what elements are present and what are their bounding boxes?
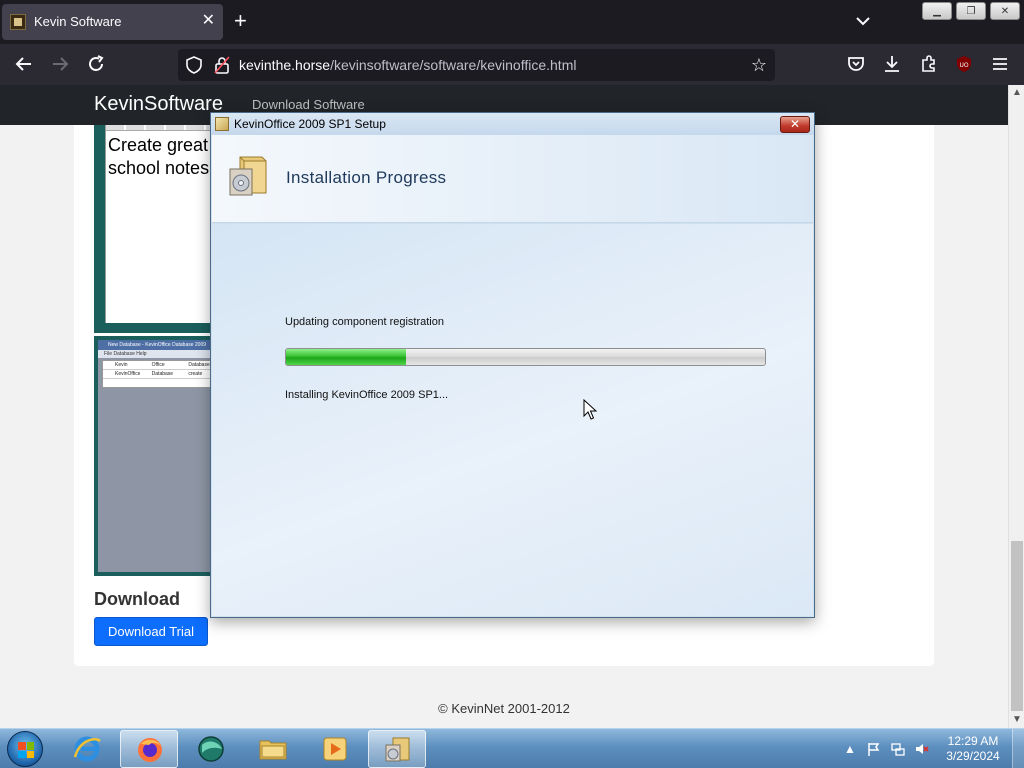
table-header-cell: Office (151, 362, 165, 368)
lock-icon[interactable] (214, 56, 230, 74)
dialog-titlebar[interactable]: KevinOffice 2009 SP1 Setup ✕ (211, 113, 814, 135)
dialog-header-title: Installation Progress (286, 168, 447, 187)
detail-text: Installing KevinOffice 2009 SP1... (285, 389, 449, 401)
notes-screenshot-tabs (106, 125, 216, 131)
folder-icon (259, 740, 287, 760)
dialog-close-button[interactable]: ✕ (780, 116, 810, 133)
mouse-cursor-icon (583, 399, 597, 420)
chevron-down-icon[interactable] (854, 12, 872, 30)
tab-title: Kevin Software (34, 14, 122, 29)
ublock-origin-icon[interactable]: UO (954, 54, 974, 74)
start-button[interactable] (7, 731, 43, 767)
forward-arrow-icon[interactable] (50, 54, 70, 74)
scrollbar-thumb[interactable] (1011, 541, 1023, 711)
table-header-cell: Database (188, 362, 210, 368)
browser-nav-bar: kevinthe.horse/kevinsoftware/software/ke… (0, 44, 1024, 85)
download-icon[interactable] (882, 54, 902, 74)
site-favicon-icon (10, 14, 26, 30)
show-desktop-button[interactable] (1012, 729, 1024, 768)
nav-download-software-link[interactable]: Download Software (252, 97, 365, 112)
taskbar: ▲ 12:29 AM 3/29/2024 (0, 728, 1024, 768)
back-arrow-icon[interactable] (14, 54, 34, 74)
dialog-title: KevinOffice 2009 SP1 Setup (234, 117, 386, 131)
installer-box-icon (385, 737, 410, 762)
restore-button[interactable]: ❐ (956, 2, 986, 20)
media-globe-icon (198, 736, 224, 762)
new-tab-button[interactable]: + (234, 9, 247, 33)
progress-fill (286, 349, 406, 365)
setup-dialog: KevinOffice 2009 SP1 Setup ✕ Installatio… (210, 112, 815, 618)
table-header-row: Kevin Office Database (103, 361, 213, 370)
database-screenshot-table: Kevin Office Database KevinOffice Databa… (102, 360, 214, 388)
taskbar-internet-explorer[interactable] (58, 730, 116, 768)
url-host: kevinthe.horse (239, 57, 331, 73)
url-text[interactable]: kevinthe.horse/kevinsoftware/software/ke… (239, 57, 576, 73)
table-cell: create (188, 371, 203, 377)
reload-icon[interactable] (86, 54, 106, 74)
database-screenshot-window: New Database - KevinOffice Database 2009… (98, 340, 214, 572)
scroll-down-arrow-icon[interactable]: ▼ (1009, 712, 1024, 728)
notes-screenshot: Create great school notes (94, 125, 216, 333)
install-progress-bar (285, 348, 766, 366)
volume-muted-icon[interactable] (914, 741, 930, 757)
tray-expand-icon[interactable]: ▲ (842, 741, 858, 757)
taskbar-media-app[interactable] (182, 730, 240, 768)
table-cell: KevinOffice (115, 371, 140, 377)
tab-close-icon[interactable]: ✕ (202, 12, 215, 30)
tracking-shield-icon[interactable] (186, 56, 202, 74)
taskbar-setup[interactable] (368, 730, 426, 768)
close-window-button[interactable]: ✕ (990, 2, 1020, 20)
installer-box-icon (229, 156, 267, 196)
pocket-icon[interactable] (846, 54, 866, 74)
download-trial-button[interactable]: Download Trial (94, 617, 208, 646)
page-footer: © KevinNet 2001-2012 (438, 701, 570, 716)
url-path: /kevinsoftware/software/kevinoffice.html (330, 57, 577, 73)
clock[interactable]: 12:29 AM 3/29/2024 (940, 734, 1006, 764)
media-player-icon (323, 737, 347, 761)
svg-text:UO: UO (959, 62, 968, 69)
windows-logo-icon (18, 742, 34, 758)
taskbar-media-player[interactable] (306, 730, 364, 768)
status-text: Updating component registration (285, 316, 444, 328)
extensions-icon[interactable] (919, 54, 939, 74)
action-center-flag-icon[interactable] (866, 741, 882, 757)
notes-screenshot-page: Create great school notes (105, 125, 216, 323)
page-scrollbar[interactable]: ▲ ▼ (1008, 85, 1024, 728)
taskbar-firefox[interactable] (120, 730, 178, 768)
hamburger-menu-icon[interactable] (990, 54, 1010, 74)
setup-app-icon (215, 117, 229, 131)
internet-explorer-icon (73, 736, 101, 762)
notes-screenshot-text: Create great school notes (108, 135, 210, 178)
bookmark-star-icon[interactable]: ☆ (751, 55, 767, 76)
firefox-icon (138, 738, 162, 762)
taskbar-explorer[interactable] (244, 730, 302, 768)
database-screenshot: New Database - KevinOffice Database 2009… (94, 336, 214, 576)
browser-tab[interactable]: Kevin Software ✕ (2, 4, 223, 40)
system-tray: ▲ 12:29 AM 3/29/2024 (840, 729, 1024, 768)
table-row: KevinOffice Database create (103, 370, 213, 379)
site-brand-link[interactable]: KevinSoftware (94, 93, 223, 116)
window-controls: ▁ ❐ ✕ (922, 2, 1020, 20)
browser-tab-bar: Kevin Software ✕ + ▁ ❐ ✕ (0, 0, 1024, 44)
minimize-button[interactable]: ▁ (922, 2, 952, 20)
screen: Kevin Software ✕ + ▁ ❐ ✕ kevinthe.horse/… (0, 0, 1024, 768)
database-screenshot-title: New Database - KevinOffice Database 2009 (98, 340, 214, 350)
table-header-cell: Kevin (115, 362, 128, 368)
dialog-header: Installation Progress (212, 135, 813, 223)
clock-date: 3/29/2024 (946, 749, 1000, 763)
clock-time: 12:29 AM (947, 734, 999, 748)
table-cell: Database (151, 371, 174, 377)
download-heading: Download (94, 589, 180, 609)
scroll-up-arrow-icon[interactable]: ▲ (1009, 85, 1024, 101)
database-screenshot-menu: File Database Help (98, 350, 214, 358)
network-icon[interactable] (890, 741, 906, 757)
dialog-body: Updating component registration Installi… (212, 224, 813, 616)
url-bar[interactable]: kevinthe.horse/kevinsoftware/software/ke… (178, 49, 775, 81)
